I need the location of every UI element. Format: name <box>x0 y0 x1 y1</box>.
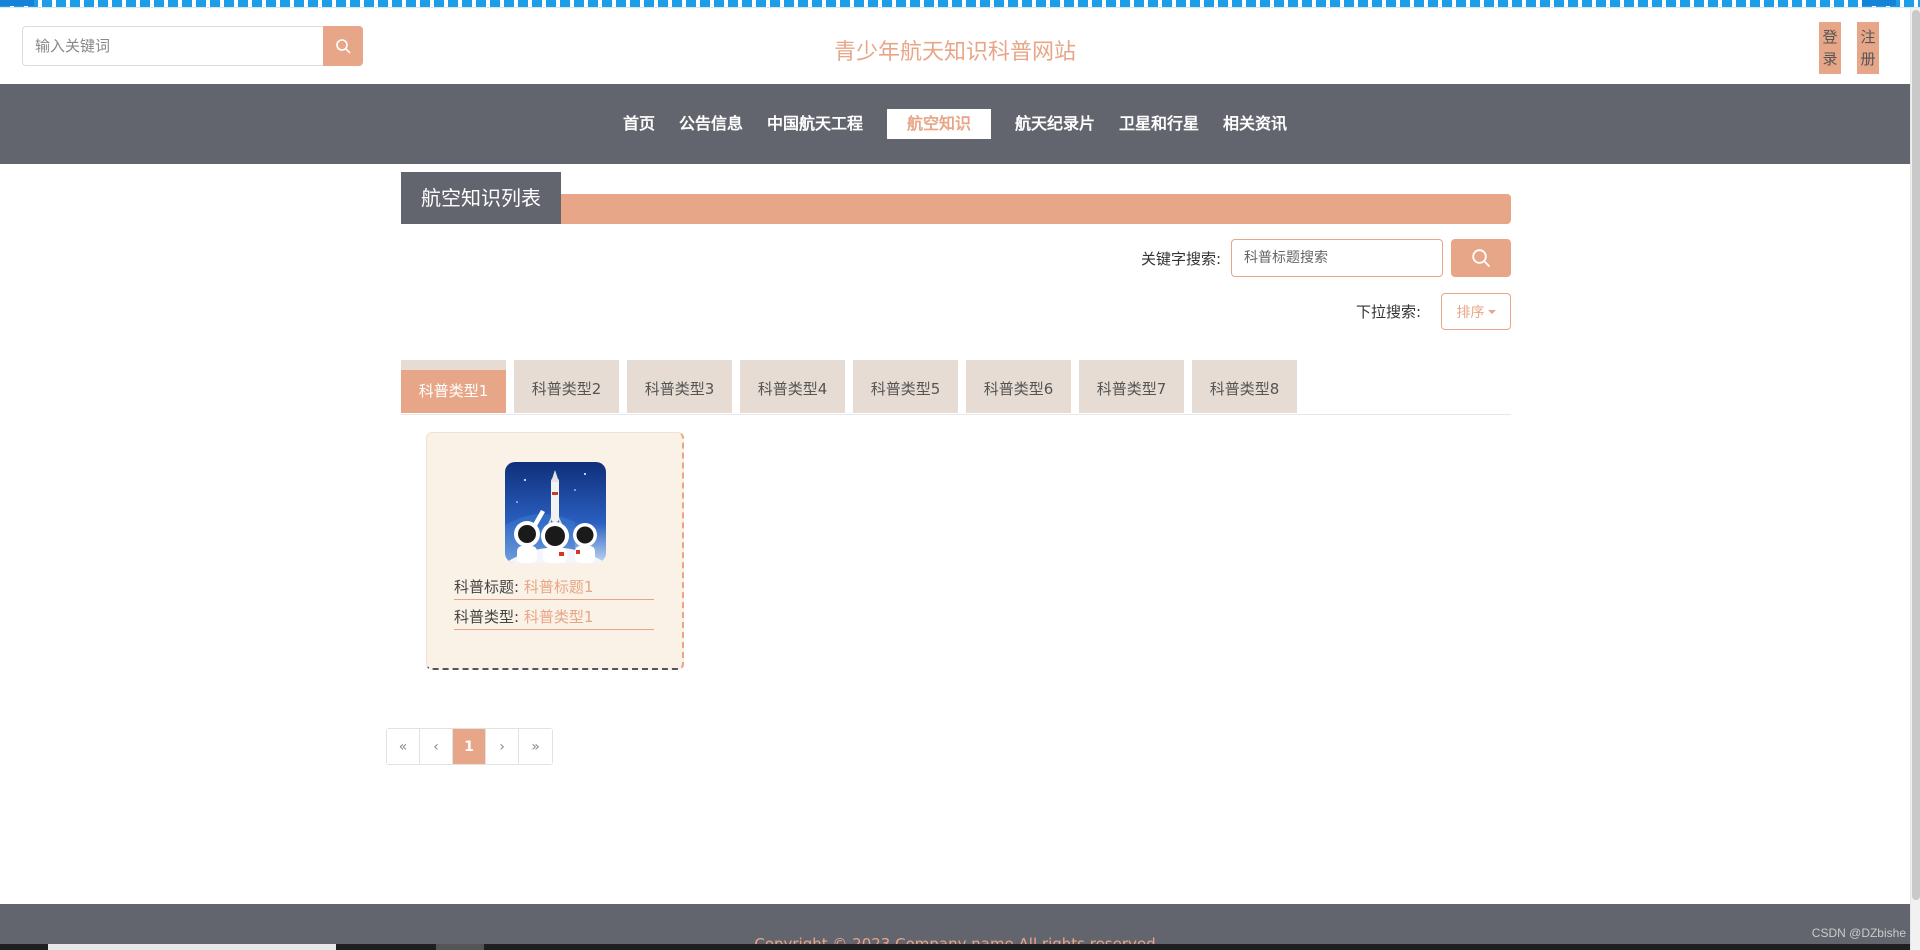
watermark: CSDN @DZbishe <box>1811 926 1906 940</box>
nav-item-news[interactable]: 相关资讯 <box>1211 109 1299 139</box>
tab-category-8[interactable]: 科普类型8 <box>1192 360 1297 413</box>
category-tabs: 科普类型1 科普类型2 科普类型3 科普类型4 科普类型5 科普类型6 科普类型… <box>401 360 1511 415</box>
card-type-field: 科普类型: 科普类型1 <box>454 606 654 630</box>
login-button[interactable]: 登录 <box>1819 22 1841 74</box>
taskbar-segment <box>436 944 484 950</box>
nav-item-aviation-knowledge[interactable]: 航空知识 <box>886 109 991 139</box>
section-header: 航空知识列表 <box>401 172 1511 224</box>
sort-dropdown-label: 排序 <box>1456 304 1485 321</box>
nav-item-home[interactable]: 首页 <box>611 109 667 139</box>
page-number-current[interactable]: 1 <box>453 729 486 764</box>
keyword-search-row: 关键字搜索: <box>1141 239 1511 277</box>
card-type-label: 科普类型: <box>454 608 520 626</box>
dropdown-search-row: 下拉搜索: 排序 <box>1356 293 1511 330</box>
pagination: « ‹ 1 › » <box>386 728 553 765</box>
card-title-label: 科普标题: <box>454 578 520 596</box>
sort-dropdown[interactable]: 排序 <box>1441 293 1511 330</box>
page-last-button[interactable]: » <box>519 729 552 764</box>
tab-category-1[interactable]: 科普类型1 <box>401 360 506 413</box>
site-title: 青少年航天知识科普网站 <box>833 40 1076 65</box>
taskbar-segment <box>48 944 336 950</box>
register-button[interactable]: 注册 <box>1857 22 1879 74</box>
keyword-search-button[interactable] <box>1451 239 1511 277</box>
scrollbar-thumb[interactable] <box>1912 10 1920 900</box>
main-content: 航空知识列表 关键字搜索: 下拉搜索: 排序 科普类型1 科普类型2 科普类型3… <box>386 172 1511 765</box>
page-scrollbar[interactable] <box>1910 8 1920 950</box>
taskbar-strip <box>0 944 1910 950</box>
tab-category-5[interactable]: 科普类型5 <box>853 360 958 413</box>
page-first-button[interactable]: « <box>387 729 420 764</box>
tab-category-3[interactable]: 科普类型3 <box>627 360 732 413</box>
knowledge-card[interactable]: 科普标题: 科普标题1 科普类型: 科普类型1 <box>426 432 684 670</box>
card-type-value: 科普类型1 <box>523 608 594 626</box>
dropdown-search-label: 下拉搜索: <box>1355 303 1421 321</box>
keyword-search-input[interactable] <box>1231 239 1443 277</box>
tab-category-6[interactable]: 科普类型6 <box>966 360 1071 413</box>
tab-category-2[interactable]: 科普类型2 <box>514 360 619 413</box>
nav-item-documentaries[interactable]: 航天纪录片 <box>1003 109 1107 139</box>
tab-category-4[interactable]: 科普类型4 <box>740 360 845 413</box>
card-title-field: 科普标题: 科普标题1 <box>454 576 654 600</box>
card-title-value: 科普标题1 <box>523 578 594 596</box>
page-next-button[interactable]: › <box>486 729 519 764</box>
main-nav: 首页 公告信息 中国航天工程 航空知识 航天纪录片 卫星和行星 相关资讯 <box>0 84 1910 164</box>
top-strip-right-mark <box>1862 0 1896 6</box>
top-strip-left-mark <box>0 0 34 6</box>
astronaut-rocket-image <box>505 462 606 563</box>
card-thumbnail[interactable] <box>505 462 606 563</box>
keyword-search-label: 关键字搜索: <box>1140 249 1221 268</box>
section-header-bar <box>401 194 1511 224</box>
browser-top-strip <box>0 0 1920 8</box>
site-header: 青少年航天知识科普网站 登录 注册 <box>0 8 1900 84</box>
nav-item-satellites[interactable]: 卫星和行星 <box>1107 109 1211 139</box>
nav-item-china-space[interactable]: 中国航天工程 <box>755 109 875 139</box>
page-prev-button[interactable]: ‹ <box>420 729 453 764</box>
section-title: 航空知识列表 <box>401 172 561 224</box>
tab-category-7[interactable]: 科普类型7 <box>1079 360 1184 413</box>
search-icon <box>1472 249 1490 267</box>
caret-down-icon <box>1487 309 1496 314</box>
nav-item-announcements[interactable]: 公告信息 <box>667 109 755 139</box>
